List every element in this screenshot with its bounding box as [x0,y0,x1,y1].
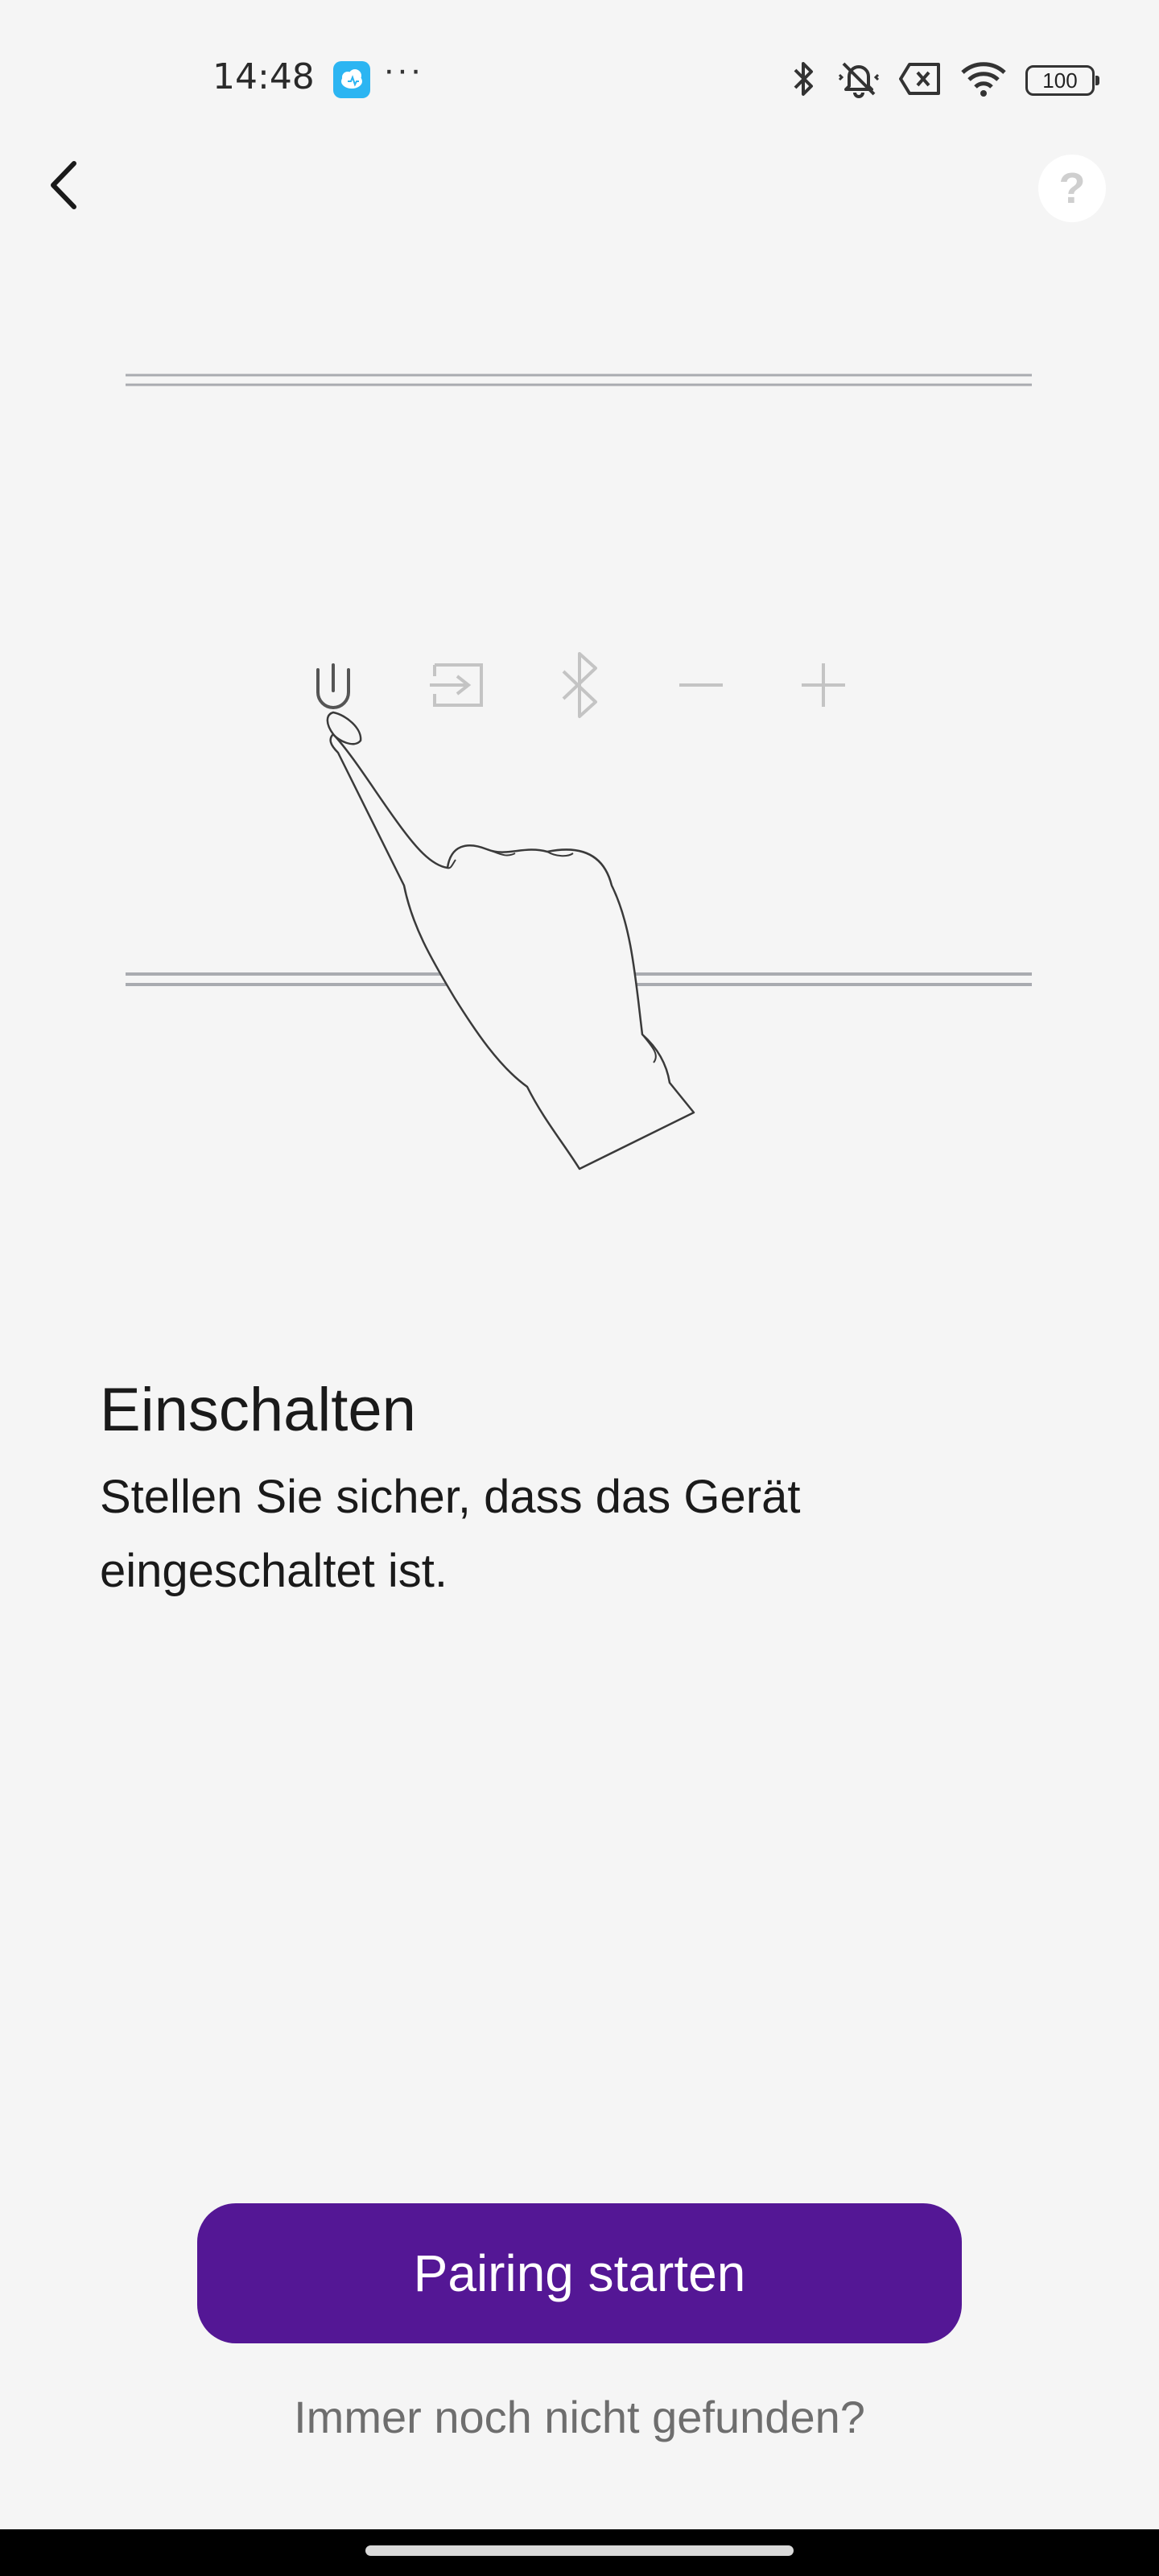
still-not-found-link[interactable]: Immer noch nicht gefunden? [0,2391,1159,2443]
more-notifications-icon: ··· [383,50,423,89]
input-source-icon [430,663,483,707]
bluetooth-icon [787,59,819,103]
help-button[interactable]: ? [1038,155,1106,222]
wifi-icon [959,60,1008,102]
home-indicator[interactable] [365,2545,794,2556]
status-time: 14:48 [212,56,315,97]
battery-icon: 100 [1025,65,1099,96]
app-notification-icon [333,61,370,98]
start-pairing-button[interactable]: Pairing starten [197,2203,962,2343]
pairing-screen: 14:48 ··· 100 ? Einschalten Stellen Sie … [0,0,1159,2576]
navigation-bar [0,2529,1159,2576]
pointing-hand-icon [326,711,695,1170]
bluetooth-icon [562,652,597,718]
volume-up-icon [802,663,845,707]
back-button[interactable] [32,153,97,217]
chevron-left-icon [51,161,76,209]
step-title: Einschalten [100,1376,416,1444]
step-description: Stellen Sie sicher, dass das Gerät einge… [100,1471,801,1597]
no-sim-icon [898,61,942,101]
status-icons: 100 [787,57,1099,105]
help-icon: ? [1058,164,1086,213]
mute-vibrate-icon [837,57,881,105]
power-icon [316,663,350,709]
device-top-edge [126,374,1032,386]
battery-level: 100 [1042,68,1078,93]
device-illustration [0,338,1159,1191]
